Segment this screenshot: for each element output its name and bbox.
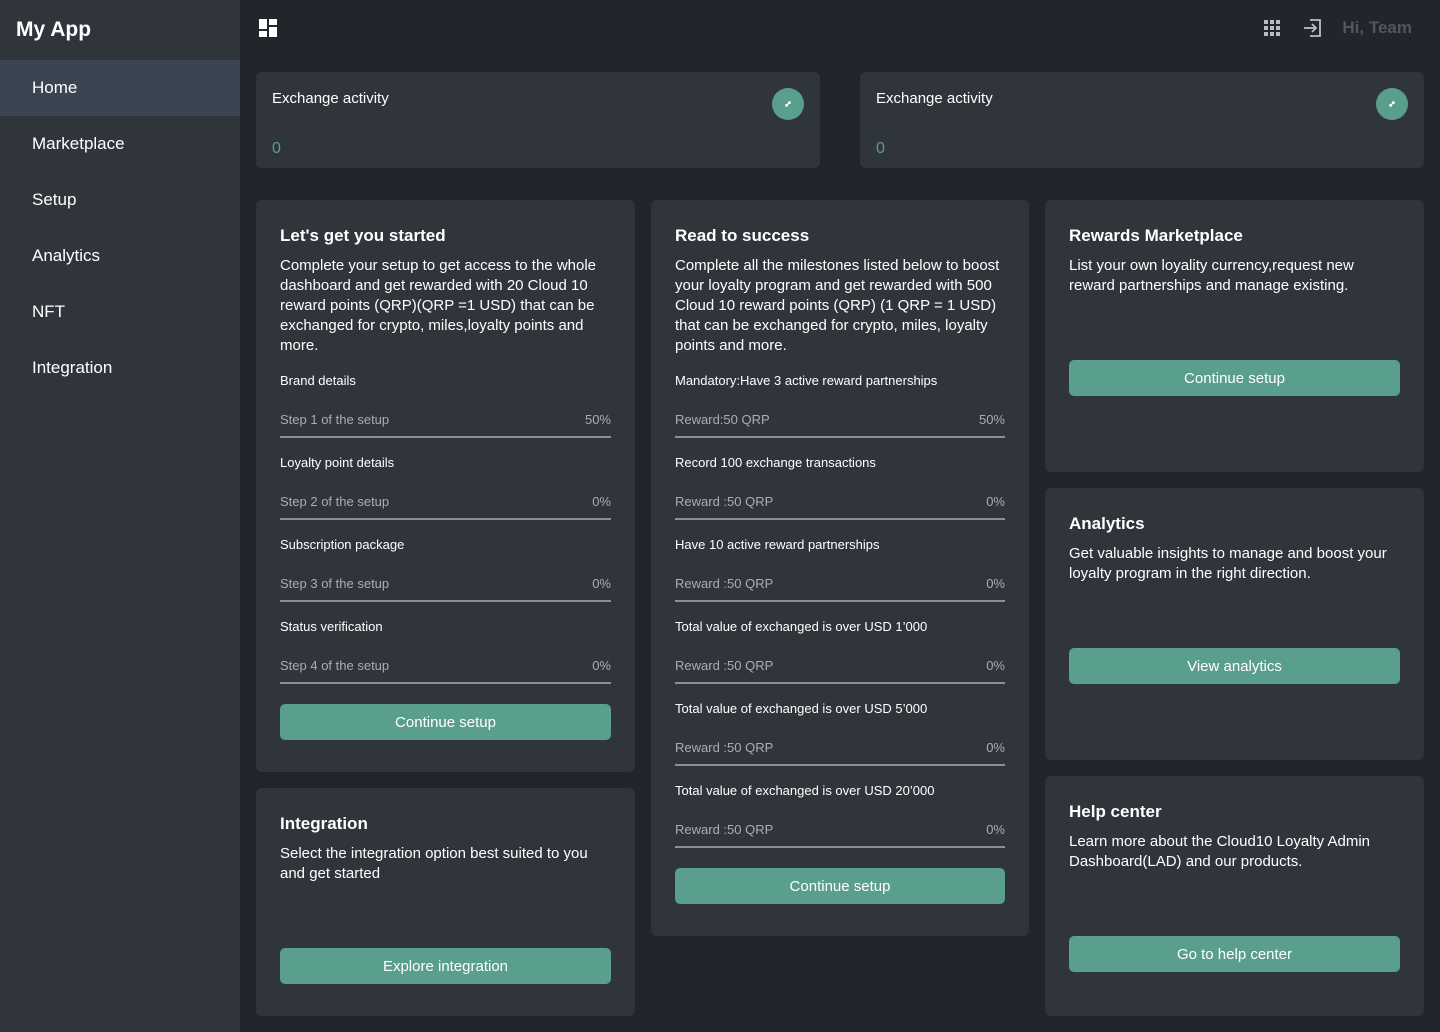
panel-description: Complete all the milestones listed below… bbox=[675, 257, 1000, 354]
stat-title: Exchange activity bbox=[876, 90, 993, 107]
sidebar-item-marketplace[interactable]: Marketplace bbox=[0, 116, 240, 172]
expand-icon[interactable] bbox=[772, 88, 804, 120]
panel-title: Rewards Marketplace bbox=[1069, 226, 1243, 245]
milestone-progress-row: Reward :50 QRP 0% bbox=[675, 822, 1005, 848]
panel-title: Help center bbox=[1069, 802, 1162, 821]
expand-icon[interactable] bbox=[1376, 88, 1408, 120]
logout-icon[interactable] bbox=[1302, 18, 1322, 38]
sidebar-item-integration[interactable]: Integration bbox=[0, 340, 240, 396]
panel-description: Complete your setup to get access to the… bbox=[280, 257, 597, 354]
panel-description: Get valuable insights to manage and boos… bbox=[1069, 545, 1387, 582]
milestone-percent: 0% bbox=[986, 494, 1005, 509]
step-subtitle: Step 1 of the setup bbox=[280, 412, 390, 427]
sidebar-item-nft[interactable]: NFT bbox=[0, 284, 240, 340]
milestone-title: Record 100 exchange transactions bbox=[675, 455, 876, 470]
step-percent: 0% bbox=[592, 658, 611, 673]
panel-description: List your own loyality currency,request … bbox=[1069, 257, 1354, 294]
panel-title: Read to success bbox=[675, 226, 810, 245]
milestone-progress-row: Reward:50 QRP 50% bbox=[675, 412, 1005, 438]
stat-value: 0 bbox=[272, 140, 281, 157]
panel-description: Learn more about the Cloud10 Loyalty Adm… bbox=[1069, 833, 1371, 870]
milestone-percent: 0% bbox=[986, 822, 1005, 837]
rewards-marketplace-panel: Rewards Marketplace List your own loyali… bbox=[1045, 200, 1424, 472]
app-title: My App bbox=[16, 18, 92, 41]
continue-setup-button[interactable]: Continue setup bbox=[1069, 360, 1400, 396]
view-analytics-button[interactable]: View analytics bbox=[1069, 648, 1400, 684]
panel-description: Select the integration option best suite… bbox=[280, 845, 588, 882]
milestone-reward: Reward :50 QRP bbox=[675, 658, 774, 673]
step-title: Status verification bbox=[280, 619, 383, 634]
milestone-progress-row: Reward :50 QRP 0% bbox=[675, 658, 1005, 684]
step-title: Subscription package bbox=[280, 537, 405, 552]
step-progress-row: Step 3 of the setup 0% bbox=[280, 576, 611, 602]
milestone-percent: 0% bbox=[986, 740, 1005, 755]
sidebar-nav: Home Marketplace Setup Analytics NFT Int… bbox=[0, 60, 240, 396]
milestone-title: Mandatory:Have 3 active reward partnersh… bbox=[675, 373, 938, 388]
analytics-panel: Analytics Get valuable insights to manag… bbox=[1045, 488, 1424, 760]
exchange-activity-card: Exchange activity 0 bbox=[860, 72, 1424, 168]
help-center-panel: Help center Learn more about the Cloud10… bbox=[1045, 776, 1424, 1016]
stat-title: Exchange activity bbox=[272, 90, 389, 107]
milestone-progress-row: Reward :50 QRP 0% bbox=[675, 494, 1005, 520]
exchange-activity-card: Exchange activity 0 bbox=[256, 72, 820, 168]
step-subtitle: Step 4 of the setup bbox=[280, 658, 390, 673]
getting-started-panel: Let's get you started Complete your setu… bbox=[256, 200, 635, 772]
integration-panel: Integration Select the integration optio… bbox=[256, 788, 635, 1016]
step-percent: 0% bbox=[592, 576, 611, 591]
panel-title: Let's get you started bbox=[280, 226, 446, 245]
topbar-actions: Hi, Team bbox=[1262, 16, 1412, 40]
explore-integration-button[interactable]: Explore integration bbox=[280, 948, 611, 984]
apps-grid-icon[interactable] bbox=[1262, 18, 1282, 38]
milestone-title: Total value of exchanged is over USD 20’… bbox=[675, 783, 935, 798]
milestone-reward: Reward:50 QRP bbox=[675, 412, 770, 427]
milestone-title: Total value of exchanged is over USD 5’0… bbox=[675, 701, 928, 716]
step-subtitle: Step 2 of the setup bbox=[280, 494, 390, 509]
milestone-title: Have 10 active reward partnerships bbox=[675, 537, 880, 552]
milestone-title: Total value of exchanged is over USD 1’0… bbox=[675, 619, 928, 634]
milestone-percent: 0% bbox=[986, 658, 1005, 673]
panel-title: Integration bbox=[280, 814, 368, 833]
step-progress-row: Step 4 of the setup 0% bbox=[280, 658, 611, 684]
read-to-success-panel: Read to success Complete all the milesto… bbox=[651, 200, 1029, 936]
milestone-reward: Reward :50 QRP bbox=[675, 740, 774, 755]
step-progress-row: Step 1 of the setup 50% bbox=[280, 412, 611, 438]
milestone-progress-row: Reward :50 QRP 0% bbox=[675, 740, 1005, 766]
step-percent: 50% bbox=[584, 412, 611, 427]
step-progress-row: Step 2 of the setup 0% bbox=[280, 494, 611, 520]
step-title: Loyalty point details bbox=[280, 455, 395, 470]
sidebar-item-setup[interactable]: Setup bbox=[0, 172, 240, 228]
milestone-progress-row: Reward :50 QRP 0% bbox=[675, 576, 1005, 602]
sidebar-item-home[interactable]: Home bbox=[0, 60, 240, 116]
milestone-reward: Reward :50 QRP bbox=[675, 822, 774, 837]
milestone-percent: 0% bbox=[986, 576, 1005, 591]
sidebar: My App Home Marketplace Setup Analytics … bbox=[0, 0, 240, 1032]
step-percent: 0% bbox=[592, 494, 611, 509]
go-to-help-center-button[interactable]: Go to help center bbox=[1069, 936, 1400, 972]
continue-setup-button[interactable]: Continue setup bbox=[280, 704, 611, 740]
step-title: Brand details bbox=[280, 373, 356, 388]
milestone-reward: Reward :50 QRP bbox=[675, 494, 774, 509]
continue-setup-button[interactable]: Continue setup bbox=[675, 868, 1005, 904]
sidebar-item-analytics[interactable]: Analytics bbox=[0, 228, 240, 284]
dashboard-icon[interactable] bbox=[259, 19, 277, 37]
milestone-reward: Reward :50 QRP bbox=[675, 576, 774, 591]
panel-title: Analytics bbox=[1069, 514, 1145, 533]
user-greeting[interactable]: Hi, Team bbox=[1342, 18, 1412, 38]
step-subtitle: Step 3 of the setup bbox=[280, 576, 390, 591]
stat-value: 0 bbox=[876, 140, 885, 157]
milestone-percent: 50% bbox=[978, 412, 1005, 427]
